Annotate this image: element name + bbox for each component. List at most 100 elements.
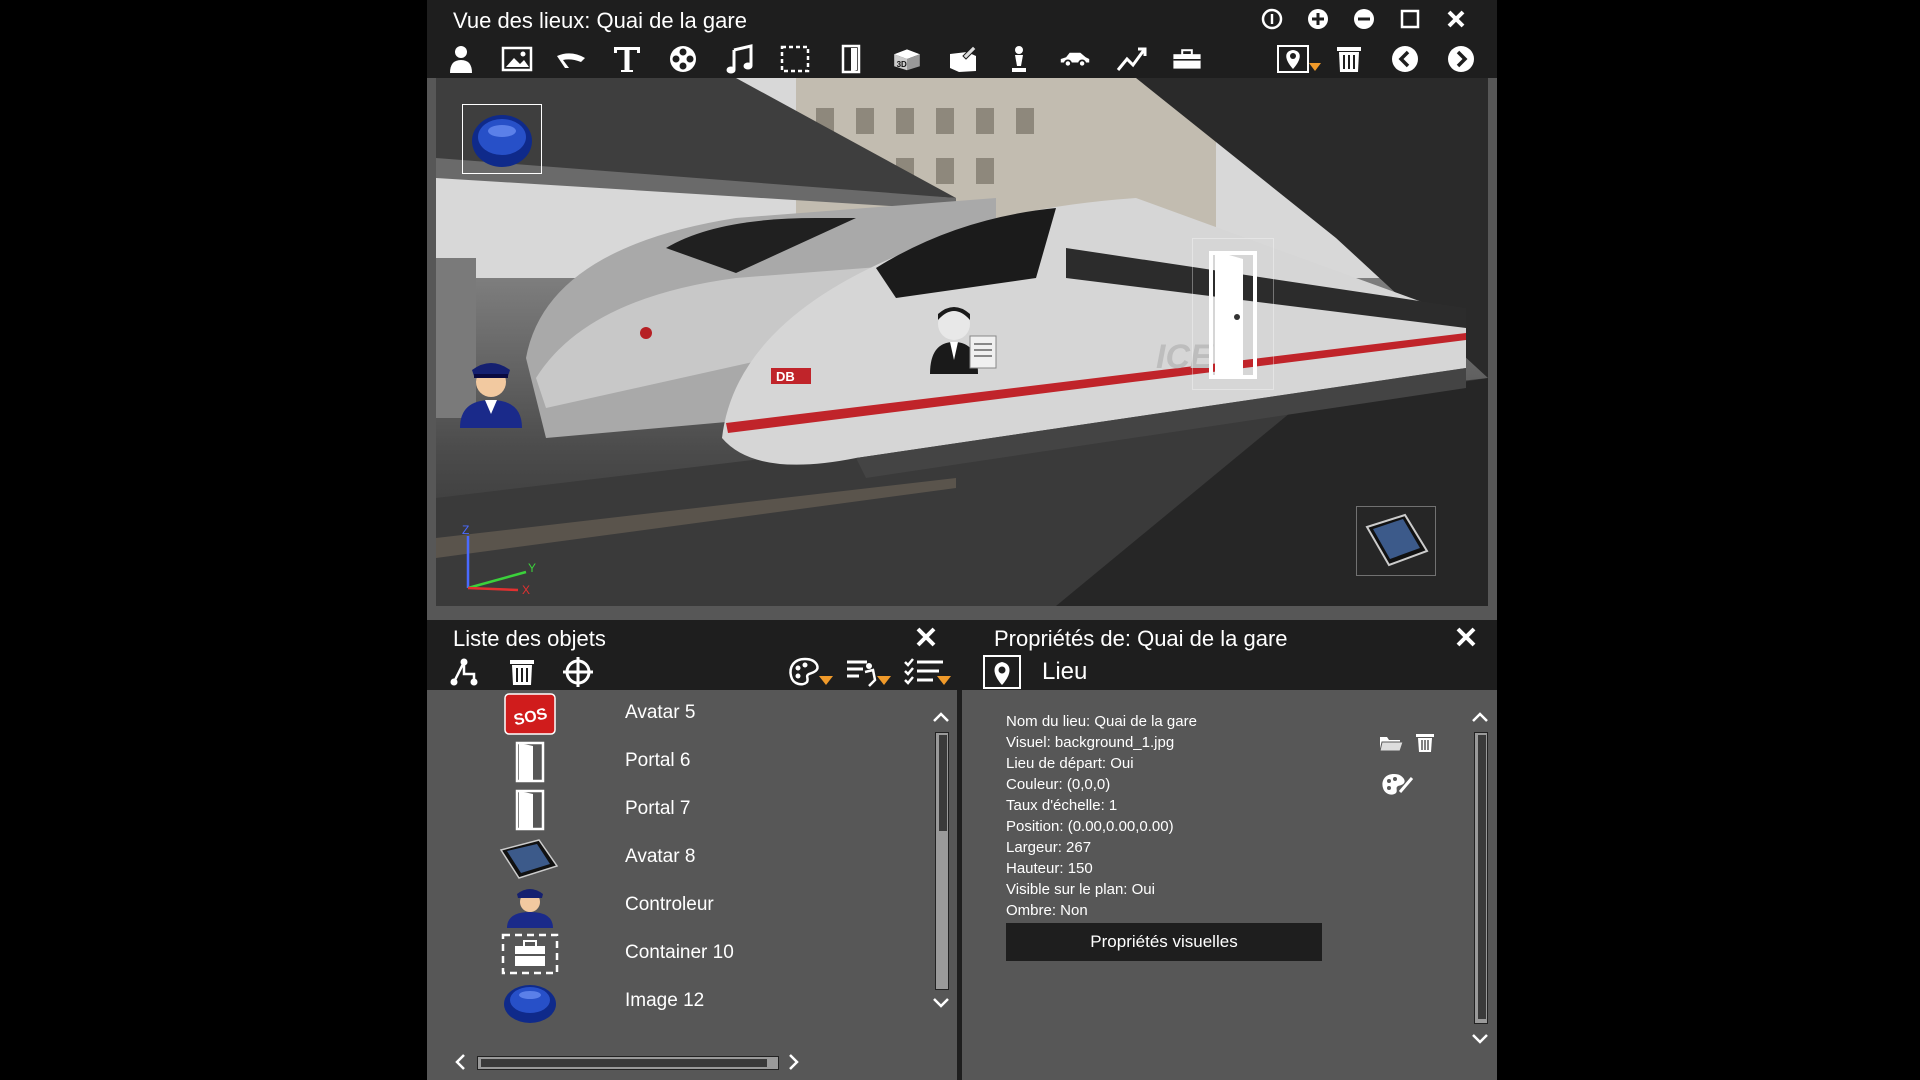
list-item[interactable]: SOS Avatar 5 xyxy=(427,690,927,738)
objects-panel-title: Liste des objets xyxy=(453,626,606,651)
delete-icon[interactable] xyxy=(505,656,539,688)
close-icon[interactable] xyxy=(1443,7,1469,31)
object-icon[interactable] xyxy=(551,42,591,76)
list-item-label: Avatar 5 xyxy=(625,702,696,723)
blue-button-icon xyxy=(472,115,532,167)
door-icon xyxy=(495,788,565,832)
list-item[interactable]: Avatar 8 xyxy=(427,834,927,882)
path-icon[interactable] xyxy=(1111,42,1151,76)
properties-vertical-scrollbar[interactable] xyxy=(1470,710,1490,1050)
svg-text:DB: DB xyxy=(776,369,795,384)
list-item-label: Image 12 xyxy=(625,990,705,1011)
plus-icon[interactable] xyxy=(1305,7,1331,31)
main-toolbar: 3D xyxy=(427,38,1497,78)
filter-menu-icon[interactable] xyxy=(845,656,893,688)
maximize-icon[interactable] xyxy=(1397,7,1423,31)
list-item-label: Controleur xyxy=(625,894,714,915)
scrollbar-thumb[interactable] xyxy=(939,735,947,831)
chevron-down-icon[interactable] xyxy=(931,996,951,1010)
minus-icon[interactable] xyxy=(1351,7,1377,31)
portal-icon[interactable] xyxy=(831,42,871,76)
selection-icon[interactable] xyxy=(775,42,815,76)
chevron-up-icon[interactable] xyxy=(1470,710,1490,724)
close-icon[interactable] xyxy=(913,624,939,650)
blue-button-icon xyxy=(495,980,565,1024)
prop-line: Lieu de départ: Oui xyxy=(1006,755,1134,772)
conductor-icon xyxy=(495,884,565,928)
prop-line: Largeur: 267 xyxy=(1006,839,1092,856)
visual-properties-button[interactable]: Propriétés visuelles xyxy=(1006,923,1322,961)
marker-icon[interactable] xyxy=(999,42,1039,76)
film-icon[interactable] xyxy=(663,42,703,76)
image-icon[interactable] xyxy=(497,42,537,76)
list-item-label: Portal 6 xyxy=(625,750,691,771)
close-icon[interactable] xyxy=(1453,624,1479,650)
objects-vertical-scrollbar[interactable] xyxy=(931,710,951,1010)
list-item[interactable]: Portal 6 xyxy=(427,738,927,786)
properties-panel: Nom du lieu: Quai de la gare Visuel: bac… xyxy=(962,690,1497,1080)
avatar-icon[interactable] xyxy=(441,42,481,76)
prop-line: Position: (0.00,0.00,0.00) xyxy=(1006,818,1174,835)
checklist-menu-icon[interactable] xyxy=(903,656,953,688)
place-menu-icon[interactable] xyxy=(1273,42,1325,76)
list-item-label: Portal 7 xyxy=(625,798,691,819)
chevron-up-icon[interactable] xyxy=(931,710,951,724)
objects-list[interactable]: SOS Avatar 5 Portal 6 Portal 7 Avatar 8 … xyxy=(427,690,957,1080)
properties-section-bar: Lieu xyxy=(962,654,1497,690)
3d-icon[interactable]: 3D xyxy=(887,42,927,76)
target-icon[interactable] xyxy=(561,656,595,688)
scrollbar-track[interactable] xyxy=(477,1056,779,1070)
staff-avatar-object[interactable] xyxy=(926,302,1000,374)
list-item-label: Container 10 xyxy=(625,942,734,963)
container-icon[interactable] xyxy=(943,42,983,76)
list-item[interactable]: Image 12 xyxy=(427,978,927,1026)
prop-line: Couleur: (0,0,0) xyxy=(1006,776,1111,793)
list-item[interactable]: Portal 7 xyxy=(427,786,927,834)
prop-line: Visuel: background_1.jpg xyxy=(1006,734,1175,751)
next-icon[interactable] xyxy=(1441,42,1481,76)
smartphone-object[interactable] xyxy=(1356,506,1436,576)
door-icon xyxy=(1209,251,1257,379)
prop-line: Nom du lieu: Quai de la gare xyxy=(1006,713,1197,730)
window-title: Vue des lieux: Quai de la gare xyxy=(453,8,747,33)
chevron-left-icon[interactable] xyxy=(453,1052,467,1072)
conductor-icon xyxy=(460,363,522,428)
svg-text:Z: Z xyxy=(462,523,469,537)
conductor-object[interactable] xyxy=(452,348,530,428)
list-item[interactable]: Controleur xyxy=(427,882,927,930)
scrollbar-track[interactable] xyxy=(935,732,949,990)
blue-button-object[interactable] xyxy=(462,104,542,174)
properties-panel-title: Propriétés de: Quai de la gare xyxy=(994,626,1288,651)
delete-icon[interactable] xyxy=(1414,732,1436,754)
scrollbar-thumb[interactable] xyxy=(1478,735,1486,1019)
folder-icon[interactable] xyxy=(1378,732,1404,754)
music-icon[interactable] xyxy=(719,42,759,76)
prop-line: Ombre: Non xyxy=(1006,902,1088,919)
objects-horizontal-scrollbar[interactable] xyxy=(453,1052,813,1072)
place-icon xyxy=(982,654,1022,690)
staff-icon xyxy=(930,307,997,374)
car-icon[interactable] xyxy=(1055,42,1095,76)
scrollbar-track[interactable] xyxy=(1474,732,1488,1024)
toolbox-icon[interactable] xyxy=(1167,42,1207,76)
scrollbar-thumb[interactable] xyxy=(481,1059,767,1067)
portal-object[interactable] xyxy=(1192,238,1274,390)
smartphone-icon xyxy=(495,836,565,880)
prop-line: Taux d'échelle: 1 xyxy=(1006,797,1118,814)
chevron-right-icon[interactable] xyxy=(787,1052,801,1072)
text-icon[interactable] xyxy=(607,42,647,76)
palette-icon[interactable] xyxy=(1380,772,1414,798)
briefcase-icon xyxy=(495,932,565,976)
prop-line: Hauteur: 150 xyxy=(1006,860,1093,877)
info-icon[interactable] xyxy=(1259,7,1285,31)
hierarchy-icon[interactable] xyxy=(447,656,481,688)
list-item[interactable]: Container 10 xyxy=(427,930,927,978)
palette-menu-icon[interactable] xyxy=(787,656,835,688)
previous-icon[interactable] xyxy=(1385,42,1425,76)
svg-text:Y: Y xyxy=(528,561,536,575)
properties-panel-header: Propriétés de: Quai de la gare xyxy=(962,620,1497,654)
delete-icon[interactable] xyxy=(1329,42,1369,76)
chevron-down-icon[interactable] xyxy=(1470,1032,1490,1046)
scene-viewport[interactable]: DB ICE Z Y X xyxy=(436,78,1488,606)
door-icon xyxy=(495,740,565,784)
